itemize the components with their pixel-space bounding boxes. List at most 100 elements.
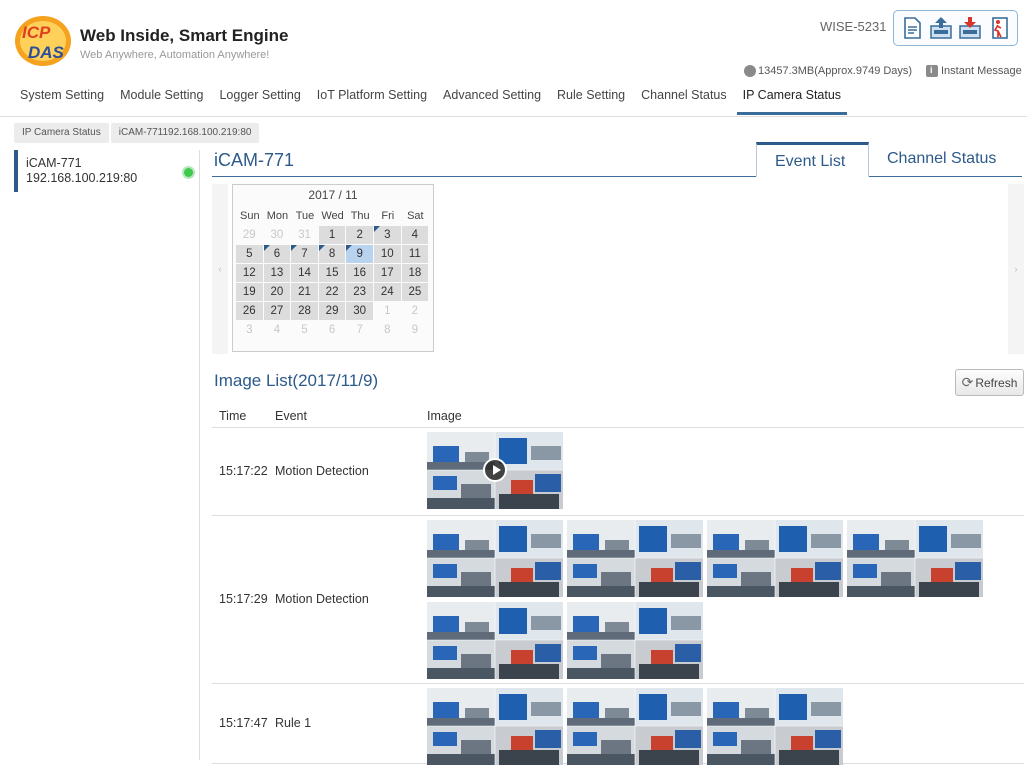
nav-module-setting[interactable]: Module Setting [120, 86, 203, 115]
storage-info: 13457.3MB(Approx.9749 Days) [744, 65, 912, 77]
calendar-day[interactable]: 23 [346, 283, 374, 301]
row-time: 15:17:29 [219, 592, 268, 606]
nav-rule-setting[interactable]: Rule Setting [557, 86, 625, 115]
row-event: Rule 1 [275, 716, 312, 730]
calendar-day: 8 [374, 321, 402, 339]
calendar-day[interactable]: 20 [263, 283, 292, 301]
breadcrumb-camera[interactable]: iCAM-771192.168.100.219:80 [110, 123, 260, 143]
logout-icon[interactable] [987, 16, 1011, 40]
calendar-dow: Tue [295, 210, 315, 222]
calendar-day[interactable]: 10 [373, 245, 402, 263]
instant-message-link[interactable]: Instant Message [926, 65, 1022, 77]
calendar-day: 4 [264, 321, 292, 339]
calendar-day[interactable]: 28 [291, 302, 319, 320]
upload-icon[interactable] [929, 16, 953, 40]
nav-ip-camera-status[interactable]: IP Camera Status [736, 86, 848, 115]
document-icon[interactable] [900, 16, 924, 40]
next-arrow-icon[interactable]: › [1008, 184, 1024, 354]
calendar-day[interactable]: 7 [291, 245, 319, 263]
image-thumbnail[interactable] [707, 688, 843, 765]
calendar-day[interactable]: 29 [318, 302, 347, 320]
image-thumbnail[interactable] [707, 520, 843, 597]
calendar-day: 5 [291, 321, 319, 339]
calendar-day[interactable]: 18 [401, 264, 430, 282]
calendar-day[interactable]: 5 [236, 245, 264, 263]
calendar-day[interactable]: 13 [263, 264, 292, 282]
calendar-day[interactable]: 9 [346, 245, 374, 263]
camera-sidebar: iCAM-771 192.168.100.219:80 [14, 150, 200, 760]
image-thumbnail[interactable] [427, 688, 563, 765]
nav-system-setting[interactable]: System Setting [20, 86, 104, 115]
play-icon[interactable] [483, 458, 507, 482]
calendar-day[interactable]: 30 [346, 302, 374, 320]
row-time: 15:17:22 [219, 464, 268, 478]
calendar-day[interactable]: 6 [263, 245, 292, 263]
calendar-day[interactable]: 14 [291, 264, 319, 282]
calendar-day: 31 [291, 226, 319, 244]
table-row: 15:17:47 Rule 1 [212, 684, 1024, 765]
calendar-day[interactable]: 3 [373, 226, 402, 244]
page-title: iCAM-771 [214, 150, 295, 170]
storage-text: 13457.3MB(Approx.9749 Days) [758, 65, 913, 77]
refresh-button[interactable]: ⟳ Refresh [955, 369, 1024, 396]
download-icon[interactable] [958, 16, 982, 40]
svg-text:DAS: DAS [28, 43, 65, 62]
tab-event-list[interactable]: Event List [756, 142, 869, 177]
image-table: Time Event Image 15:17:22 Motion Detectio… [212, 404, 1024, 765]
calendar-day[interactable]: 24 [373, 283, 402, 301]
sidebar-item-camera[interactable]: iCAM-771 192.168.100.219:80 [14, 150, 200, 192]
calendar-day[interactable]: 17 [373, 264, 402, 282]
col-time: Time [219, 409, 247, 423]
breadcrumb: IP Camera Status iCAM-771192.168.100.219… [14, 123, 261, 143]
image-thumbnail[interactable] [567, 688, 703, 765]
nav-logger-setting[interactable]: Logger Setting [219, 86, 300, 115]
calendar-day: 9 [402, 321, 430, 339]
calendar-day[interactable]: 2 [346, 226, 374, 244]
calendar-dow: Wed [321, 210, 344, 222]
calendar-day: 6 [319, 321, 347, 339]
breadcrumb-ip-camera-status[interactable]: IP Camera Status [14, 123, 109, 143]
calendar-day[interactable]: 1 [318, 226, 347, 244]
image-thumbnail[interactable] [847, 520, 983, 597]
storage-icon [744, 65, 756, 77]
table-header: Time Event Image [212, 404, 1024, 428]
col-event: Event [275, 409, 307, 423]
calendar-day: 3 [236, 321, 264, 339]
calendar-day[interactable]: 26 [236, 302, 264, 320]
calendar-day[interactable]: 11 [401, 245, 430, 263]
calendar-day[interactable]: 19 [236, 283, 264, 301]
image-thumbnail[interactable] [427, 520, 563, 597]
svg-text:ICP: ICP [22, 23, 51, 42]
calendar-day[interactable]: 27 [263, 302, 292, 320]
calendar-day: 30 [264, 226, 292, 244]
image-thumbnail[interactable] [427, 602, 563, 679]
calendar-day[interactable]: 12 [236, 264, 264, 282]
status-indicator-icon [182, 166, 195, 179]
main-nav: System Setting Module Setting Logger Set… [20, 86, 863, 115]
nav-channel-status[interactable]: Channel Status [641, 86, 726, 115]
image-thumbnail[interactable] [567, 520, 703, 597]
calendar-panel: ‹ › 2017 / 11 Sun Mon Tue Wed Thu Fri Sat 29 30 3… [212, 184, 1024, 354]
calendar-month: 2017 / 11 [308, 188, 358, 202]
calendar: 2017 / 11 Sun Mon Tue Wed Thu Fri Sat 29 30 31 1 2 3… [232, 184, 434, 352]
camera-ip: 192.168.100.219:80 [26, 171, 138, 185]
calendar-day[interactable]: 8 [318, 245, 347, 263]
calendar-day[interactable]: 21 [291, 283, 319, 301]
calendar-day[interactable]: 15 [318, 264, 347, 282]
table-row: 15:17:29 Motion Detection [212, 516, 1024, 684]
prev-arrow-icon[interactable]: ‹ [212, 184, 228, 354]
brand-title: Web Inside, Smart Engine [80, 26, 289, 45]
calendar-grid: Sun Mon Tue Wed Thu Fri Sat 29 30 31 1 2 3 4 5 6 7 8 9 10 11… [236, 207, 430, 340]
image-thumbnail[interactable] [427, 432, 563, 509]
nav-iot-platform-setting[interactable]: IoT Platform Setting [317, 86, 427, 115]
image-thumbnail[interactable] [567, 602, 703, 679]
calendar-day: 2 [402, 302, 430, 320]
tab-channel-status[interactable]: Channel Status [869, 142, 1024, 177]
toolbar [893, 10, 1018, 46]
refresh-icon: ⟳ [961, 374, 974, 390]
calendar-day[interactable]: 16 [346, 264, 374, 282]
calendar-day[interactable]: 4 [401, 226, 430, 244]
nav-advanced-setting[interactable]: Advanced Setting [443, 86, 541, 115]
calendar-day[interactable]: 22 [318, 283, 347, 301]
calendar-day[interactable]: 25 [401, 283, 430, 301]
